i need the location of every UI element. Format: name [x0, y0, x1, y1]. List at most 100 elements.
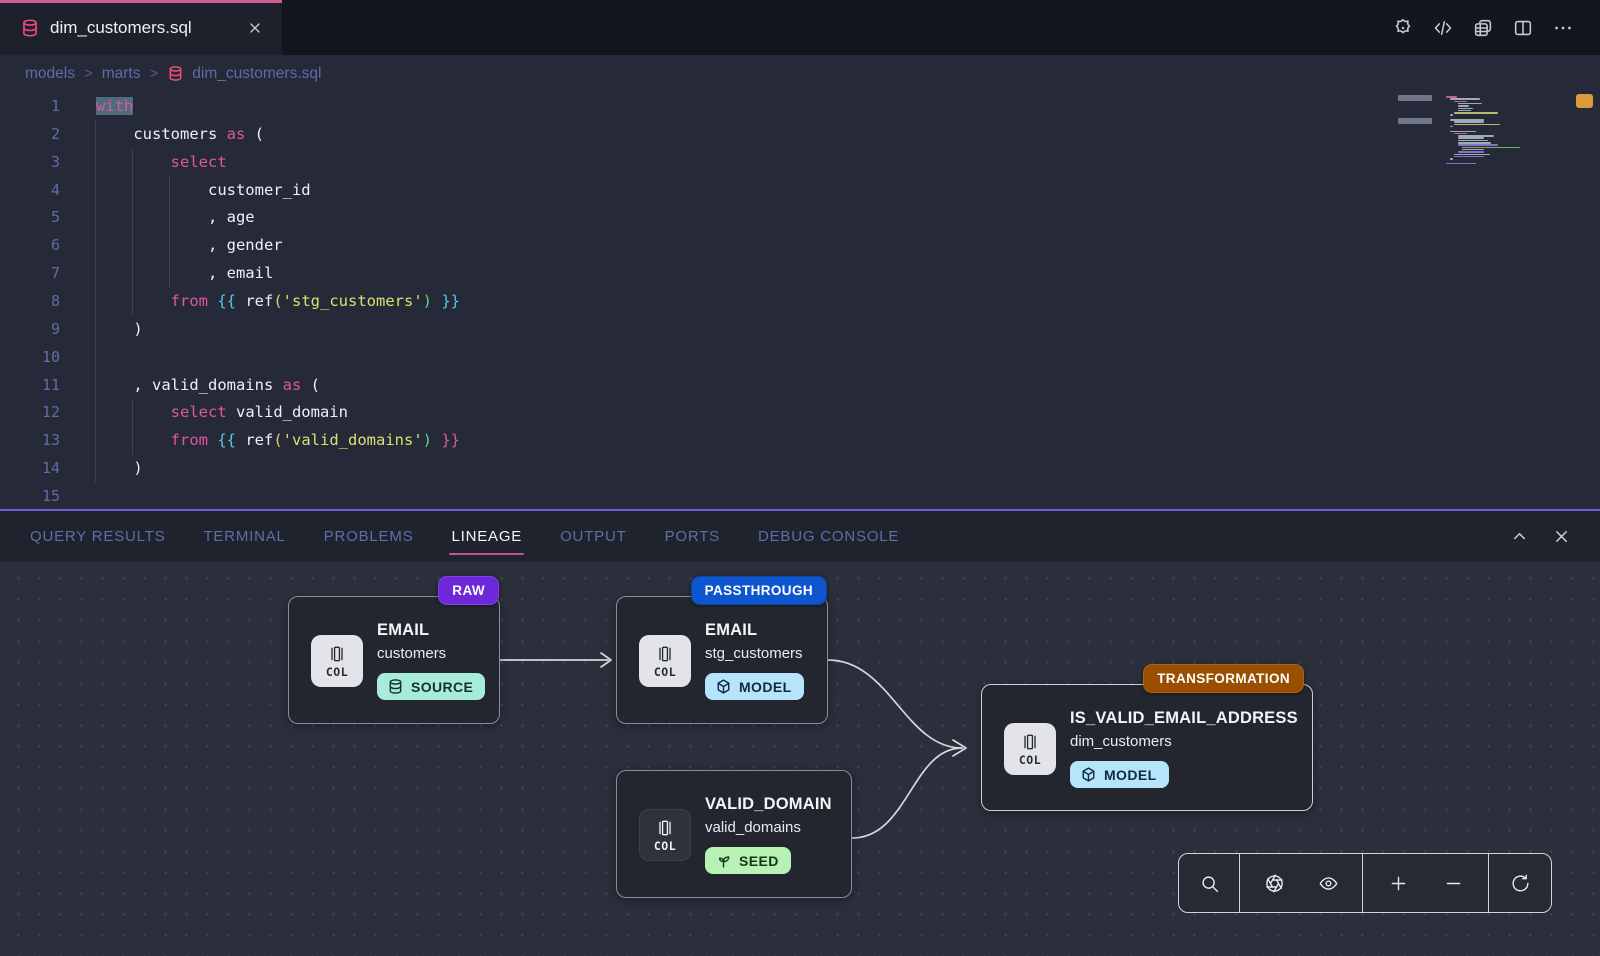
code-text: from {{ ref('stg_customers') }}: [96, 292, 460, 310]
lineage-node-stg_customers[interactable]: PASSTHROUGHCOLEMAILstg_customersMODEL: [616, 596, 828, 724]
code-line[interactable]: 9 ): [0, 315, 1600, 343]
copy-table-icon[interactable]: [1468, 13, 1498, 43]
code-text: , email: [96, 264, 273, 282]
code-line[interactable]: 6 , gender: [0, 231, 1600, 259]
code-line[interactable]: 5 , age: [0, 203, 1600, 231]
split-editor-icon[interactable]: [1508, 13, 1538, 43]
code-text: , age: [96, 208, 255, 226]
node-column-name: VALID_DOMAIN: [705, 795, 839, 814]
breadcrumb-item-marts[interactable]: marts: [102, 65, 141, 83]
minimap[interactable]: [1446, 96, 1532, 266]
code-line[interactable]: 14 ): [0, 454, 1600, 482]
node-body: EMAILcustomersSOURCE: [377, 621, 487, 700]
minimap-line: [1454, 112, 1498, 114]
compile-code-icon[interactable]: [1428, 13, 1458, 43]
code-line[interactable]: 10: [0, 343, 1600, 371]
node-column-name: EMAIL: [705, 621, 815, 640]
lineage-minus-button[interactable]: [1433, 863, 1473, 903]
minimap-line: [1454, 154, 1490, 156]
more-actions-icon[interactable]: [1548, 13, 1578, 43]
line-number: 5: [0, 208, 60, 226]
cube-icon: [1080, 766, 1097, 783]
minimap-line: [1458, 151, 1484, 153]
code-line[interactable]: 12 select valid_domain: [0, 398, 1600, 426]
tab-terminal[interactable]: TERMINAL: [184, 511, 304, 562]
panel-tab-label: LINEAGE: [451, 528, 522, 545]
lineage-node-customers[interactable]: RAWCOLEMAILcustomersSOURCE: [288, 596, 500, 724]
node-body: IS_VALID_EMAIL_ADDRESSdim_customersMODEL: [1070, 709, 1300, 788]
code-editor[interactable]: 1 with 2 customers as (3 select4 customer_…: [0, 92, 1600, 509]
lineage-node-dim_customers[interactable]: TRANSFORMATIONCOLIS_VALID_EMAIL_ADDRESSd…: [981, 684, 1313, 811]
node-model-name: stg_customers: [705, 645, 815, 662]
minimap-line: [1458, 103, 1482, 105]
line-number: 12: [0, 403, 60, 421]
code-text: with: [96, 97, 133, 115]
lineage-aperture-button[interactable]: [1254, 863, 1294, 903]
line-number: 11: [0, 376, 60, 394]
panel-tab-label: OUTPUT: [560, 528, 626, 545]
edge-stg-dim: [828, 660, 962, 748]
collapse-panel-icon[interactable]: [1506, 524, 1532, 550]
breadcrumb-separator: >: [84, 65, 93, 82]
node-model-name: dim_customers: [1070, 733, 1300, 750]
lineage-canvas[interactable]: RAWCOLEMAILcustomersSOURCEPASSTHROUGHCOL…: [0, 562, 1600, 956]
code-line[interactable]: 13 from {{ ref('valid_domains') }}: [0, 426, 1600, 454]
minimap-line: [1446, 96, 1457, 98]
editor-tab-dim-customers[interactable]: dim_customers.sql: [0, 0, 282, 55]
close-panel-icon[interactable]: [1548, 524, 1574, 550]
code-line[interactable]: 2 customers as (: [0, 120, 1600, 148]
tab-ports[interactable]: PORTS: [646, 511, 739, 562]
lineage-eye-button[interactable]: [1308, 863, 1348, 903]
minimap-line: [1454, 101, 1467, 103]
line-number: 10: [0, 348, 60, 366]
breadcrumb-item-dim_customers-sql[interactable]: dim_customers.sql: [167, 65, 321, 83]
tab-query-results[interactable]: QUERY RESULTS: [11, 511, 184, 562]
lineage-search-button[interactable]: [1189, 863, 1229, 903]
panel-tab-label: QUERY RESULTS: [30, 528, 165, 545]
resource-type-label: MODEL: [739, 679, 792, 695]
minimap-line: [1458, 137, 1484, 139]
minimap-line: [1458, 140, 1488, 142]
line-number: 13: [0, 431, 60, 449]
lineage-node-valid_domains[interactable]: COLVALID_DOMAINvalid_domainsSEED: [616, 770, 852, 898]
tab-debug-console[interactable]: DEBUG CONSOLE: [739, 511, 918, 562]
node-column-name: EMAIL: [377, 621, 487, 640]
minimap-line: [1450, 98, 1480, 100]
code-line[interactable]: 11 , valid_domains as (: [0, 371, 1600, 399]
code-line[interactable]: 1 with: [0, 92, 1600, 120]
code-line[interactable]: 7 , email: [0, 259, 1600, 287]
line-number: 1: [0, 97, 60, 115]
resource-type-label: SOURCE: [411, 679, 473, 695]
tab-filename: dim_customers.sql: [50, 18, 244, 38]
code-text: select valid_domain: [96, 403, 348, 421]
minimap-line: [1450, 119, 1484, 121]
tab-lineage[interactable]: LINEAGE: [432, 511, 541, 562]
minimap-line: [1454, 156, 1484, 158]
minimap-line: [1458, 135, 1494, 137]
line-number: 4: [0, 181, 60, 199]
code-line[interactable]: 3 select: [0, 148, 1600, 176]
minimap-occurrence-marker: [1398, 118, 1432, 124]
line-number: 2: [0, 125, 60, 143]
breadcrumb-item-models[interactable]: models: [25, 65, 75, 83]
code-line[interactable]: 15: [0, 482, 1600, 509]
dbt-logo-icon[interactable]: [1388, 13, 1418, 43]
panel-tab-label: DEBUG CONSOLE: [758, 528, 899, 545]
column-chip: COL: [639, 635, 691, 687]
lineage-plus-button[interactable]: [1378, 863, 1418, 903]
titlebar: dim_customers.sql: [0, 0, 1600, 55]
minimap-line: [1458, 142, 1491, 144]
code-text: ): [96, 459, 143, 477]
line-number: 9: [0, 320, 60, 338]
lineage-refresh-button[interactable]: [1500, 863, 1540, 903]
code-line[interactable]: 8 from {{ ref('stg_customers') }}: [0, 287, 1600, 315]
columns-icon: [655, 818, 675, 838]
node-body: VALID_DOMAINvalid_domainsSEED: [705, 795, 839, 874]
close-tab-icon[interactable]: [244, 17, 266, 39]
toolbar-group: [1363, 854, 1489, 912]
minimap-line: [1450, 158, 1453, 160]
code-line[interactable]: 4 customer_id: [0, 176, 1600, 204]
tab-output[interactable]: OUTPUT: [541, 511, 645, 562]
tab-problems[interactable]: PROBLEMS: [305, 511, 433, 562]
cube-icon: [715, 678, 732, 695]
